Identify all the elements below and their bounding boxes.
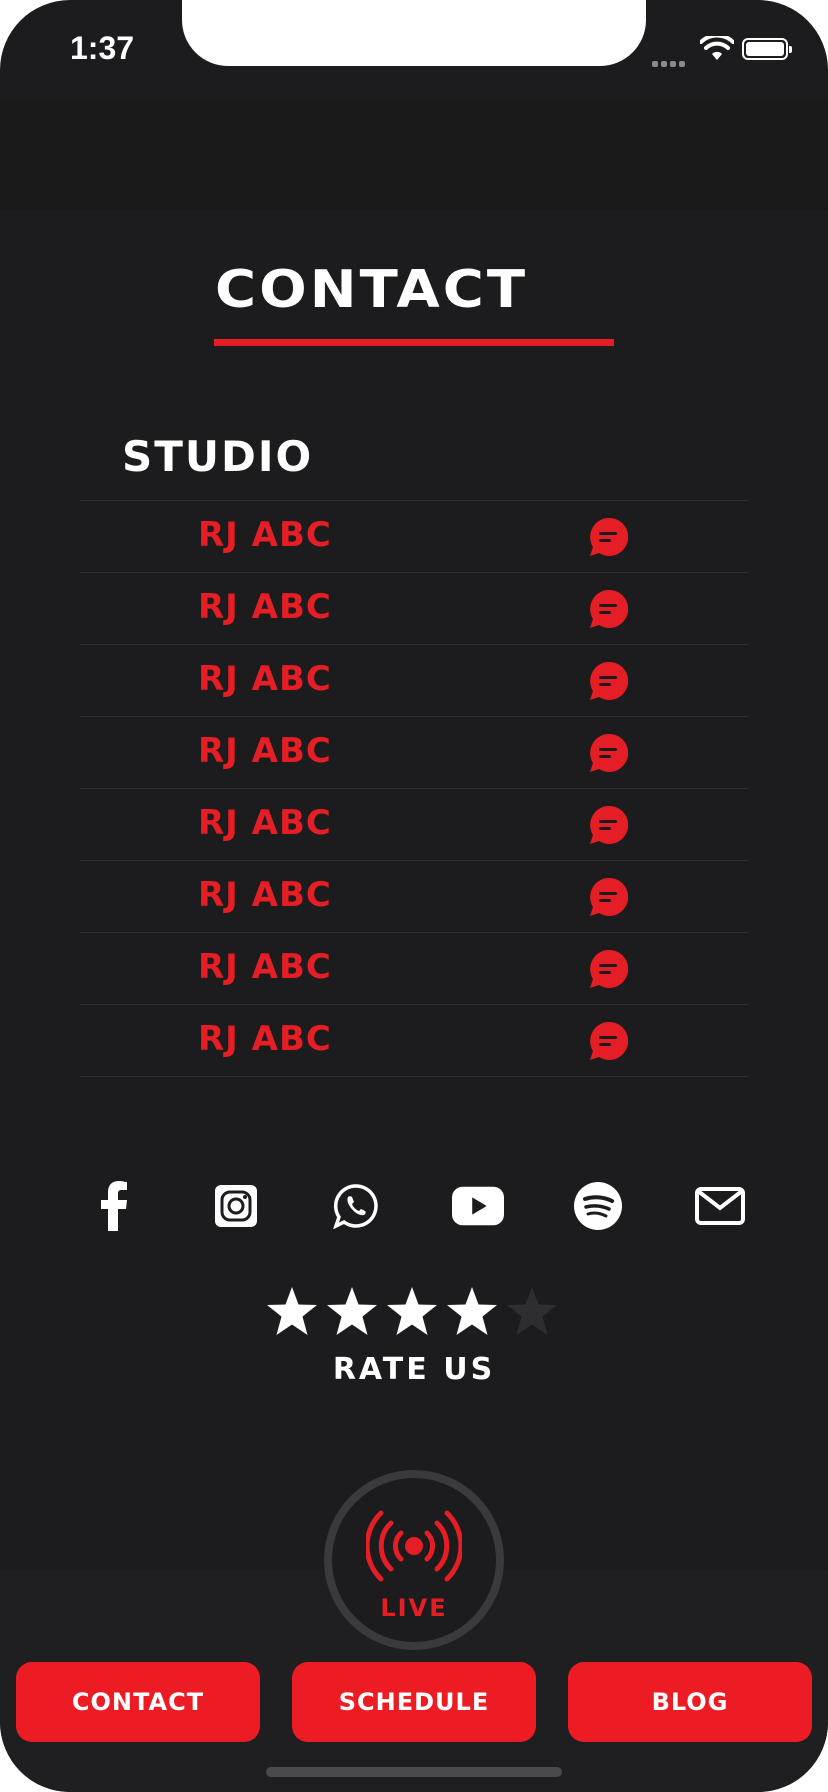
status-bar: 1:37 <box>0 0 828 100</box>
spotify-icon[interactable] <box>572 1176 624 1236</box>
chat-icon[interactable] <box>588 517 628 557</box>
star-filled-icon[interactable] <box>326 1286 378 1338</box>
contact-row[interactable]: RJ ABC <box>80 933 748 1005</box>
contact-name: RJ ABC <box>198 659 332 699</box>
live-button[interactable]: LIVE <box>324 1470 504 1650</box>
nav-contact-button[interactable]: CONTACT <box>16 1662 260 1742</box>
contact-name: RJ ABC <box>198 803 332 843</box>
header-bar <box>0 100 828 210</box>
battery-icon <box>742 38 792 60</box>
star-filled-icon[interactable] <box>386 1286 438 1338</box>
wifi-icon <box>700 36 734 60</box>
home-indicator <box>266 1767 562 1777</box>
broadcast-icon <box>366 1510 462 1582</box>
contact-row[interactable]: RJ ABC <box>80 645 748 717</box>
contact-list: RJ ABC RJ ABC RJ ABC RJ ABC RJ ABC RJ ABC RJ A… <box>80 500 748 1077</box>
contact-row[interactable]: RJ ABC <box>80 861 748 933</box>
chat-icon[interactable] <box>588 661 628 701</box>
page-title: CONTACT <box>215 260 529 320</box>
notch <box>182 0 646 66</box>
contact-name: RJ ABC <box>198 875 332 915</box>
contact-row[interactable]: RJ ABC <box>80 573 748 645</box>
contact-name: RJ ABC <box>198 947 332 987</box>
contact-name: RJ ABC <box>198 515 332 555</box>
mail-icon[interactable] <box>694 1176 746 1236</box>
chat-icon[interactable] <box>588 1021 628 1061</box>
status-time: 1:37 <box>70 30 135 66</box>
star-filled-icon[interactable] <box>446 1286 498 1338</box>
contact-row[interactable]: RJ ABC <box>80 501 748 573</box>
title-underline <box>214 339 614 346</box>
nav-blog-button[interactable]: BLOG <box>568 1662 812 1742</box>
rate-us-label[interactable]: RATE US <box>0 1352 828 1387</box>
phone-screen: 1:37 CONTACT STUDIO RJ ABC RJ ABC RJ ABC RJ… <box>0 0 828 1792</box>
social-links <box>88 1176 748 1236</box>
chat-icon[interactable] <box>588 949 628 989</box>
nav-schedule-button[interactable]: SCHEDULE <box>292 1662 536 1742</box>
section-title-studio: STUDIO <box>122 432 314 481</box>
chat-icon[interactable] <box>588 877 628 917</box>
chat-icon[interactable] <box>588 733 628 773</box>
chat-icon[interactable] <box>588 805 628 845</box>
whatsapp-icon[interactable] <box>330 1176 382 1236</box>
contact-name: RJ ABC <box>198 1019 332 1059</box>
youtube-icon[interactable] <box>452 1176 504 1236</box>
cellular-signal-icon <box>652 52 688 71</box>
live-label: LIVE <box>380 1594 448 1622</box>
facebook-icon[interactable] <box>88 1176 140 1236</box>
chat-icon[interactable] <box>588 589 628 629</box>
contact-name: RJ ABC <box>198 731 332 771</box>
instagram-icon[interactable] <box>210 1176 262 1236</box>
contact-name: RJ ABC <box>198 587 332 627</box>
contact-row[interactable]: RJ ABC <box>80 789 748 861</box>
contact-row[interactable]: RJ ABC <box>80 717 748 789</box>
contact-row[interactable]: RJ ABC <box>80 1005 748 1077</box>
star-filled-icon[interactable] <box>266 1286 318 1338</box>
star-empty-icon[interactable] <box>506 1286 558 1338</box>
